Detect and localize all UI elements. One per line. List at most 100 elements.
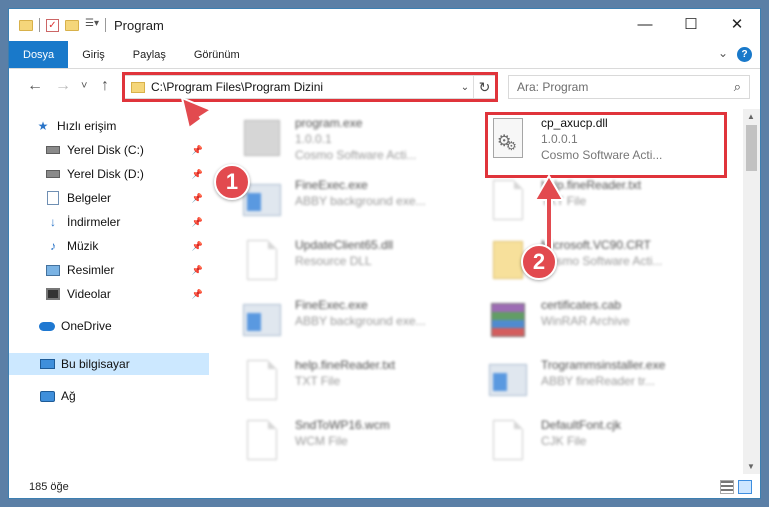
tab-home[interactable]: Giriş bbox=[68, 41, 119, 68]
dll-icon bbox=[243, 237, 281, 283]
sidebar-item-pictures[interactable]: Resimler 📌 bbox=[9, 259, 209, 281]
address-row: ← → ˅ ↑ C:\Program Files\Program Dizini … bbox=[9, 72, 760, 102]
music-icon: ♪ bbox=[50, 239, 56, 253]
pin-icon: 📌 bbox=[191, 168, 203, 179]
drive-icon bbox=[45, 143, 61, 157]
file-item[interactable]: help.fineReader.txt TXT File bbox=[489, 177, 734, 237]
file-version: 1.0.0.1 bbox=[295, 132, 332, 146]
file-item[interactable]: certificates.cab WinRAR Archive bbox=[489, 297, 734, 357]
file-name: DefaultFont.cjk bbox=[541, 418, 622, 432]
sidebar-item-label: Müzik bbox=[67, 239, 99, 253]
sidebar-item-label: OneDrive bbox=[61, 319, 112, 333]
large-icons-view-icon[interactable] bbox=[738, 480, 752, 494]
sidebar-item-label: Videolar bbox=[67, 287, 111, 301]
sidebar-item-disk-d[interactable]: Yerel Disk (D:) 📌 bbox=[9, 163, 209, 185]
callout-badge-1: 1 bbox=[214, 164, 250, 200]
scroll-down-icon[interactable]: ▼ bbox=[747, 462, 755, 471]
file-item[interactable]: FineExec.exe ABBY background exe... bbox=[243, 177, 488, 237]
explorer-window: ✓ ☰▾ Program — ☐ ✕ Dosya Giriş Paylaş Gö… bbox=[8, 8, 761, 499]
forward-button[interactable]: → bbox=[55, 77, 71, 95]
file-icon bbox=[489, 417, 527, 463]
file-type: CJK File bbox=[541, 434, 587, 448]
customize-toolbar-icon[interactable]: ☰▾ bbox=[85, 18, 99, 32]
file-name: help.fineReader.txt bbox=[541, 178, 642, 192]
up-button[interactable]: ↑ bbox=[101, 77, 109, 95]
maximize-button[interactable]: ☐ bbox=[668, 9, 714, 39]
file-item[interactable]: DefaultFont.cjk CJK File bbox=[489, 417, 734, 469]
file-icon bbox=[243, 357, 281, 403]
help-icon[interactable]: ? bbox=[737, 47, 752, 62]
pin-icon: 📌 bbox=[191, 240, 203, 251]
details-view-icon[interactable] bbox=[720, 480, 734, 494]
file-item[interactable]: SndToWP16.wcm WCM File bbox=[243, 417, 488, 469]
file-item[interactable]: help.fineReader.txt TXT File bbox=[243, 357, 488, 417]
file-type: Cosmo Software Acti... bbox=[541, 254, 663, 268]
sidebar-item-label: İndirmeler bbox=[67, 215, 121, 229]
divider bbox=[39, 18, 40, 32]
sidebar-item-downloads[interactable]: ↓ İndirmeler 📌 bbox=[9, 211, 209, 233]
file-type: WCM File bbox=[295, 434, 348, 448]
status-bar: 185 öğe bbox=[9, 476, 760, 498]
expand-ribbon-icon[interactable]: ⌄ bbox=[718, 46, 728, 60]
file-item[interactable]: UpdateClient65.dll Resource DLL bbox=[243, 237, 488, 297]
close-button[interactable]: ✕ bbox=[714, 9, 760, 39]
sidebar-item-label: Yerel Disk (C:) bbox=[67, 143, 144, 157]
navigation-pane: ★ Hızlı erişim Yerel Disk (C:) 📌 Yerel D… bbox=[9, 115, 209, 475]
sidebar-item-documents[interactable]: Belgeler 📌 bbox=[9, 187, 209, 209]
scroll-up-icon[interactable]: ▲ bbox=[747, 112, 755, 121]
window-controls: — ☐ ✕ bbox=[622, 9, 760, 39]
file-name: program.exe bbox=[295, 116, 363, 130]
sidebar-item-label: Resimler bbox=[67, 263, 115, 277]
new-folder-icon[interactable] bbox=[65, 19, 79, 31]
sidebar-item-label: Bu bilgisayar bbox=[61, 357, 130, 371]
minimize-button[interactable]: — bbox=[622, 9, 668, 39]
tab-view[interactable]: Görünüm bbox=[180, 41, 254, 68]
sidebar-item-this-pc[interactable]: Bu bilgisayar bbox=[9, 353, 209, 375]
tab-file[interactable]: Dosya bbox=[9, 41, 69, 68]
file-item[interactable]: Trogrammsinstaller.exe ABBY fineReader tr… bbox=[489, 357, 734, 417]
sidebar-item-quick-access[interactable]: ★ Hızlı erişim bbox=[9, 115, 209, 137]
sidebar-item-label: Yerel Disk (D:) bbox=[67, 167, 144, 181]
quick-access-toolbar: ✓ ☰▾ bbox=[9, 18, 106, 32]
sidebar-item-disk-c[interactable]: Yerel Disk (C:) 📌 bbox=[9, 139, 209, 161]
file-name: Microsoft.VC90.CRT bbox=[541, 238, 651, 252]
file-type: TXT File bbox=[541, 194, 587, 208]
file-type: Resource DLL bbox=[295, 254, 372, 268]
sidebar-item-music[interactable]: ♪ Müzik 📌 bbox=[9, 235, 209, 257]
file-type: ABBY fineReader tr... bbox=[541, 374, 655, 388]
pin-icon: 📌 bbox=[191, 288, 203, 299]
scrollbar-thumb[interactable] bbox=[746, 125, 757, 171]
window-title: Program bbox=[114, 17, 164, 33]
pin-icon: 📌 bbox=[191, 216, 203, 227]
exe-icon bbox=[489, 357, 527, 403]
file-item[interactable]: FineExec.exe ABBY background exe... bbox=[243, 297, 488, 357]
file-name: certificates.cab bbox=[541, 298, 622, 312]
tab-share[interactable]: Paylaş bbox=[119, 41, 180, 68]
file-icon bbox=[489, 177, 527, 223]
file-name: FineExec.exe bbox=[295, 178, 368, 192]
file-name: help.fineReader.txt bbox=[295, 358, 396, 372]
archive-icon bbox=[489, 297, 527, 343]
title-bar: ✓ ☰▾ Program — ☐ ✕ bbox=[9, 9, 760, 41]
vertical-scrollbar[interactable]: ▲ ▼ bbox=[743, 109, 760, 474]
sidebar-item-network[interactable]: Ağ bbox=[9, 385, 209, 407]
sidebar-item-label: Ağ bbox=[61, 389, 76, 403]
back-button[interactable]: ← bbox=[27, 77, 43, 95]
view-toggle bbox=[720, 480, 752, 494]
file-type: ABBY background exe... bbox=[295, 314, 426, 328]
pin-icon: 📌 bbox=[191, 144, 203, 155]
file-name: FineExec.exe bbox=[295, 298, 368, 312]
file-item[interactable]: program.exe 1.0.0.1 Cosmo Software Acti... bbox=[243, 115, 488, 175]
pictures-icon bbox=[45, 263, 61, 277]
search-placeholder: Ara: Program bbox=[517, 80, 589, 94]
sidebar-item-onedrive[interactable]: OneDrive bbox=[9, 315, 209, 337]
file-name: Trogrammsinstaller.exe bbox=[541, 358, 666, 372]
callout-badge-2: 2 bbox=[521, 244, 557, 280]
drive-icon bbox=[45, 167, 61, 181]
exe-icon bbox=[243, 115, 281, 161]
properties-icon[interactable]: ✓ bbox=[46, 18, 59, 32]
search-box[interactable]: Ara: Program ⌕ bbox=[508, 75, 750, 99]
search-icon[interactable]: ⌕ bbox=[734, 79, 741, 95]
recent-locations-button[interactable]: ˅ bbox=[81, 80, 87, 92]
sidebar-item-videos[interactable]: Videolar 📌 bbox=[9, 283, 209, 305]
